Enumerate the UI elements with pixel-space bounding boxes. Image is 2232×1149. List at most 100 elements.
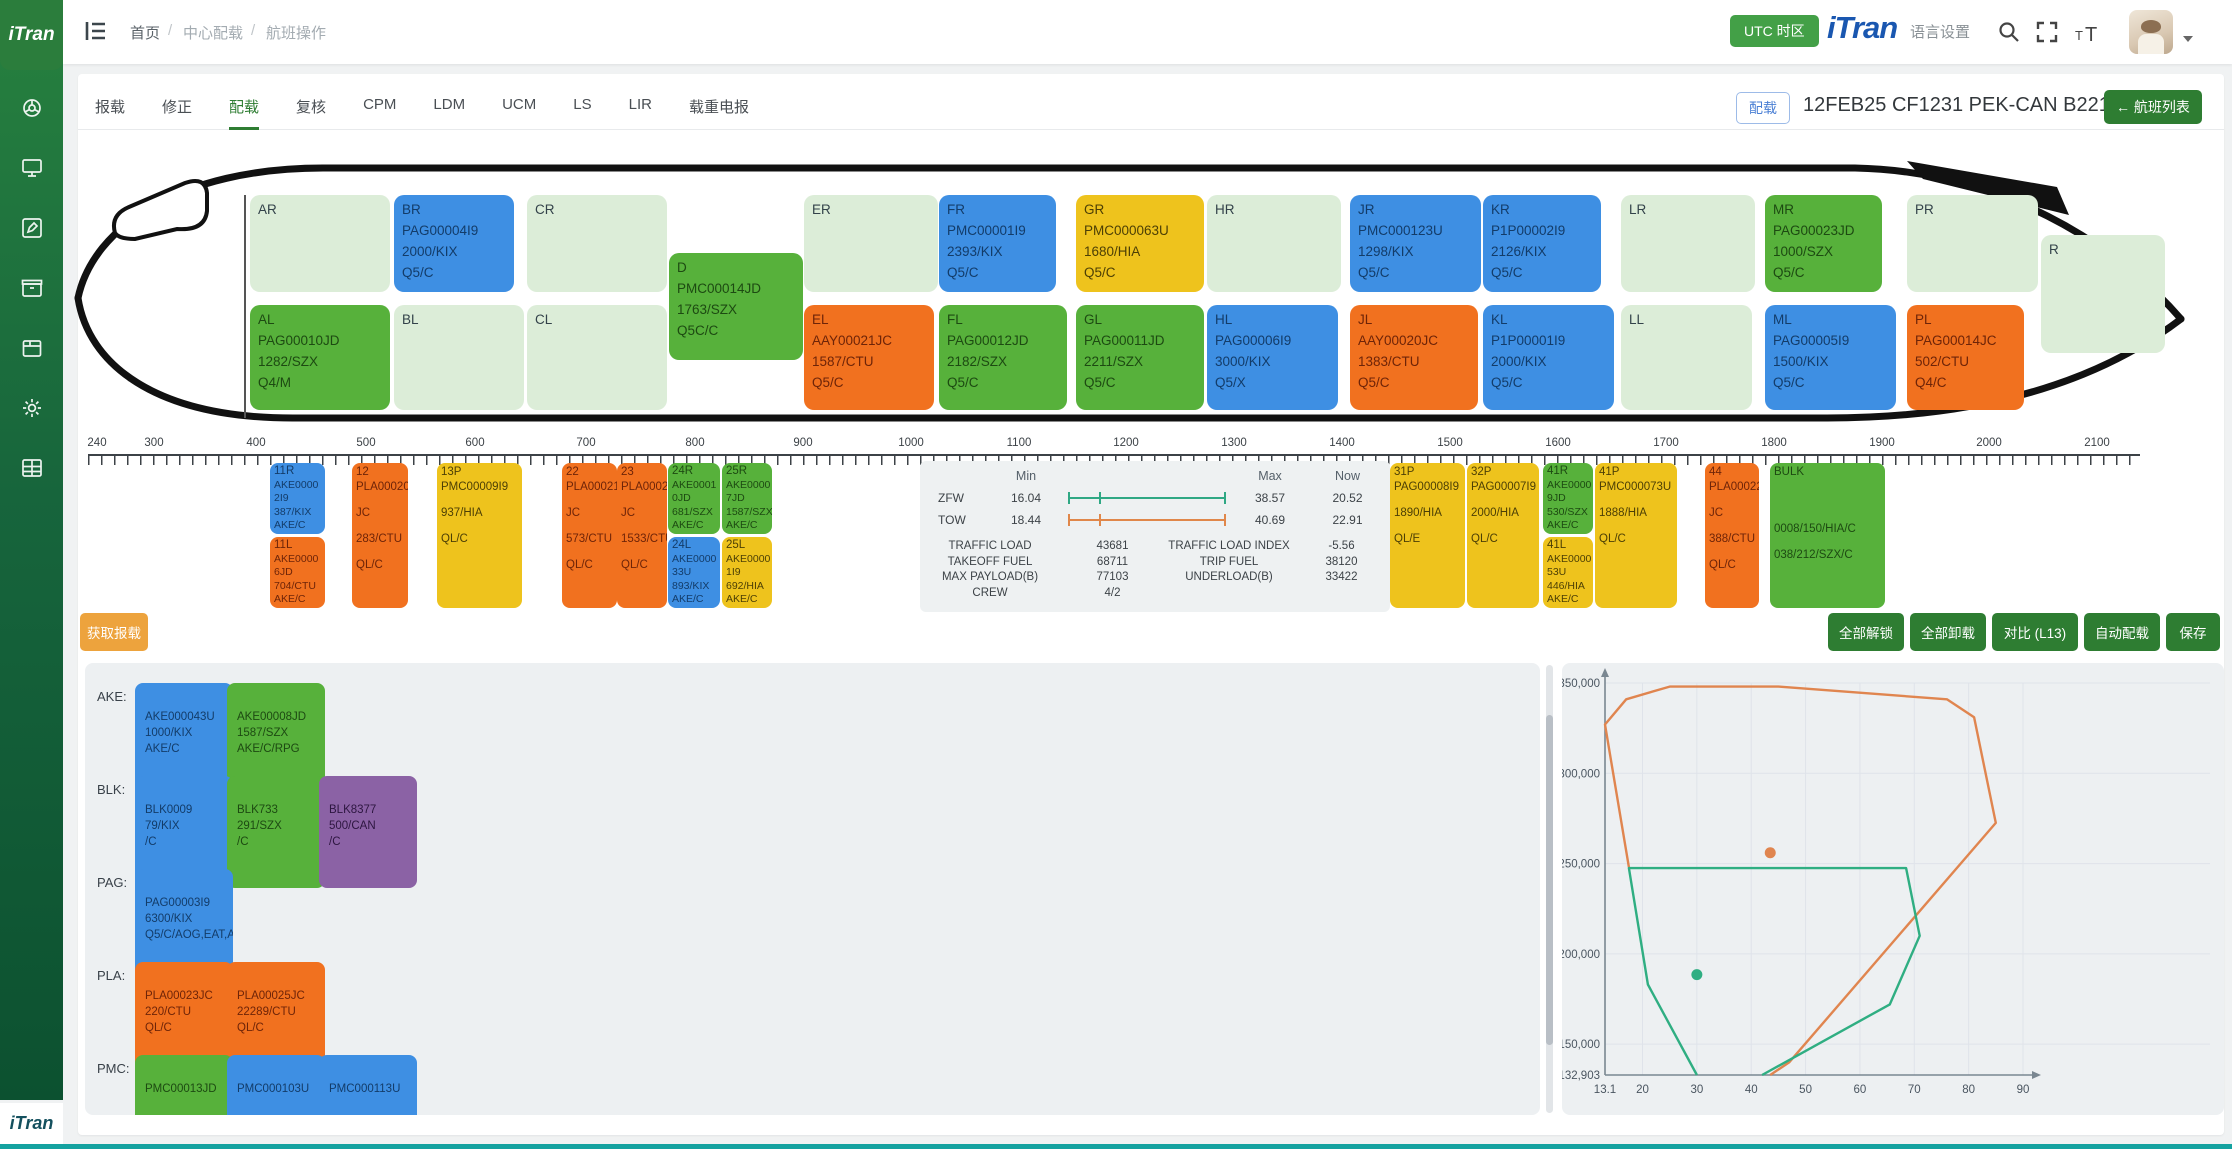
action-button-5[interactable]: 保存 [2166,613,2220,651]
cargo-position-25R[interactable]: 25RAKE00007JD1587/SZXAKE/C [722,463,772,534]
cargo-position-PL[interactable]: PLPAG00014JC502/CTUQ4/C [1907,305,2024,410]
inventory-card-PMC000113U[interactable]: PMC000113U [319,1055,417,1115]
cargo-position-GL[interactable]: GLPAG00011JD2211/SZXQ5/C [1076,305,1204,410]
cargo-position-HR[interactable]: HR [1207,195,1341,292]
cargo-position-KR[interactable]: KRP1P00002I92126/KIXQ5/C [1483,195,1601,292]
action-button-2[interactable]: 全部卸载 [1910,613,1986,651]
table-icon[interactable] [20,456,44,480]
chevron-down-icon[interactable] [2183,36,2193,42]
cargo-position-12[interactable]: 12PLA00020JC283/CTUQL/C [352,463,408,608]
cargo-position-44[interactable]: 44PLA00022JC388/CTUQL/C [1705,463,1759,608]
inventory-card-PMC000103U[interactable]: PMC000103U [227,1055,325,1115]
action-button-4[interactable]: 自动配载 [2084,613,2160,651]
cargo-position-BL[interactable]: BL [394,305,524,410]
cargo-position-GR[interactable]: GRPMC000063U1680/HIAQ5/C [1076,195,1204,292]
menu-fold-icon[interactable] [83,18,109,44]
user-avatar[interactable] [2129,10,2173,54]
breadcrumb-flight-ops: 航班操作 [266,22,326,43]
cargo-position-CR[interactable]: CR [527,195,667,292]
ruler-label-2000: 2000 [1976,437,2002,449]
cargo-position-CL[interactable]: CL [527,305,667,410]
flight-list-button[interactable]: ← 航班列表 [2104,90,2202,124]
monitor-icon[interactable] [20,156,44,180]
package-icon[interactable] [20,336,44,360]
cargo-position-HL[interactable]: HLPAG00006I93000/KIXQ5/X [1207,305,1338,410]
cargo-position-24R[interactable]: 24RAKE00010JD681/SZXAKE/C [668,463,720,534]
cargo-position-11L[interactable]: 11LAKE00006JD704/CTUAKE/C [270,537,325,608]
cargo-position-32P[interactable]: 32PPAG00007I92000/HIAQL/C [1467,463,1539,608]
sidebar-nav [0,96,63,480]
inventory-card-BLK733[interactable]: BLK733291/SZX/C [227,776,325,888]
svg-text:132,903: 132,903 [1562,1070,1600,1082]
cargo-position-BR[interactable]: BRPAG00004I92000/KIXQ5/C [394,195,514,292]
inventory-group-label: BLK: [97,782,125,797]
flight-info: 12FEB25 CF1231 PEK-CAN B221Y [1803,94,2123,117]
svg-text:40: 40 [1745,1084,1758,1096]
cargo-position-24L[interactable]: 24LAKE000033U893/KIXAKE/C [668,537,720,608]
svg-text:13.1: 13.1 [1594,1084,1616,1096]
cargo-position-JR[interactable]: JRPMC000123U1298/KIXQ5/C [1350,195,1481,292]
cargo-position-41L[interactable]: 41LAKE000053U446/HIAAKE/C [1543,537,1593,608]
cargo-position-13P[interactable]: 13PPMC00009I9937/HIAQL/C [437,463,522,608]
container-inventory-panel: AKE:AKE000043U1000/KIXAKE/CAKE00008JD158… [85,663,1540,1115]
svg-text:20: 20 [1636,1084,1649,1096]
cargo-position-FL[interactable]: FLPAG00012JD2182/SZXQ5/C [939,305,1067,410]
ruler-label-1000: 1000 [898,437,924,449]
fullscreen-icon[interactable] [2035,20,2059,44]
cargo-position-R[interactable]: R [2041,235,2165,353]
gear-icon[interactable] [20,396,44,420]
cargo-position-EL[interactable]: ELAAY00021JC1587/CTUQ5/C [804,305,934,410]
cargo-position-ER[interactable]: ER [804,195,938,292]
inventory-card-PMC00013JD[interactable]: PMC00013JD [135,1055,233,1115]
brand-logo: iTran [1827,10,1897,46]
action-button-3[interactable]: 对比 (L13) [1992,613,2078,651]
dashboard-icon[interactable] [20,96,44,120]
svg-text:30: 30 [1690,1084,1703,1096]
ruler-label-2100: 2100 [2084,437,2110,449]
load-planning-page: iTran iTran 首页 / 中心配载 / 航班操作 UTC 时区 iTra… [0,0,2232,1149]
ruler-label-240: 240 [87,437,106,449]
cargo-position-PR[interactable]: PR [1907,195,2038,292]
svg-text:T: T [2085,24,2097,46]
breadcrumb-center-load[interactable]: 中心配载 [183,22,243,43]
cargo-position-22[interactable]: 22PLA00021JC573/CTUQL/C [562,463,617,608]
ruler-label-1800: 1800 [1761,437,1787,449]
edit-icon[interactable] [20,216,44,240]
cargo-position-D[interactable]: DPMC00014JD1763/SZXQ5C/C [669,253,803,360]
weight-stats-panel: MinMaxNowZFW16.0438.5720.52TOW18.4440.69… [920,461,1390,612]
cargo-position-41P[interactable]: 41PPMC000073U1888/HIAQL/C [1595,463,1677,608]
cargo-position-BULK[interactable]: BULK0008/150/HIA/C038/212/SZX/C [1770,463,1885,608]
scrollbar-thumb[interactable] [1546,715,1553,1045]
cargo-position-25L[interactable]: 25LAKE00001I9692/HIAAKE/C [722,537,772,608]
font-size-icon[interactable]: T T [2075,20,2105,46]
cargo-position-11R[interactable]: 11RAKE00002I9387/KIXAKE/C [270,463,325,534]
search-icon[interactable] [1997,20,2021,44]
cargo-position-LL[interactable]: LL [1621,305,1752,410]
vertical-scrollbar [1546,665,1553,1113]
cargo-position-41R[interactable]: 41RAKE00009JD530/SZXAKE/C [1543,463,1593,534]
cargo-position-KL[interactable]: KLP1P00001I92000/KIXQ5/C [1483,305,1614,410]
ruler-label-1600: 1600 [1545,437,1571,449]
cargo-position-MR[interactable]: MRPAG00023JD1000/SZXQ5/C [1765,195,1882,292]
cargo-position-AR[interactable]: AR [250,195,390,292]
svg-text:70: 70 [1908,1084,1921,1096]
cargo-position-AL[interactable]: ALPAG00010JD1282/SZXQ4/M [250,305,390,410]
action-button-1[interactable]: 全部解锁 [1828,613,1904,651]
archive-icon[interactable] [20,276,44,300]
cargo-position-FR[interactable]: FRPMC00001I92393/KIXQ5/C [939,195,1056,292]
cargo-position-LR[interactable]: LR [1621,195,1755,292]
app-logo[interactable]: iTran [0,0,63,70]
cargo-position-ML[interactable]: MLPAG00005I91500/KIXQ5/C [1765,305,1896,410]
cargo-position-31P[interactable]: 31PPAG00008I91890/HIAQL/E [1390,463,1465,608]
fetch-load-button[interactable]: 获取报载 [80,613,148,651]
language-settings-button[interactable]: 语言设置 [1910,21,1970,42]
cargo-position-JL[interactable]: JLAAY00020JC1383/CTUQ5/C [1350,305,1478,410]
zfw-range-slider [1068,497,1224,499]
inventory-card-BLK8377[interactable]: BLK8377500/CAN/C [319,776,417,888]
ruler-label-1500: 1500 [1437,437,1463,449]
ruler-label-1900: 1900 [1869,437,1895,449]
svg-text:200,000: 200,000 [1562,949,1600,961]
utc-timezone-button[interactable]: UTC 时区 [1730,15,1819,47]
cargo-position-23[interactable]: 23PLA00024JC1533/CTUQL/C [617,463,667,608]
breadcrumb-home[interactable]: 首页 [130,22,160,43]
